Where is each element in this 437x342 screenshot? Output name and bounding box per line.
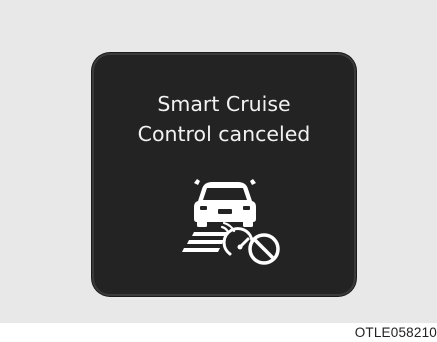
car-icon [194,179,256,227]
speedometer-icon [222,227,254,256]
prohibited-icon [248,233,280,265]
message-line-2: Control canceled [137,122,311,146]
figure-code: OTLE058210 [354,325,437,340]
cruise-cancel-message: Smart Cruise Control canceled [94,89,354,149]
cluster-display-panel: Smart Cruise Control canceled [92,53,356,296]
smart-cruise-control-canceled-icon [182,179,280,265]
distance-bars-icon [182,232,228,252]
message-line-1: Smart Cruise [157,92,291,116]
